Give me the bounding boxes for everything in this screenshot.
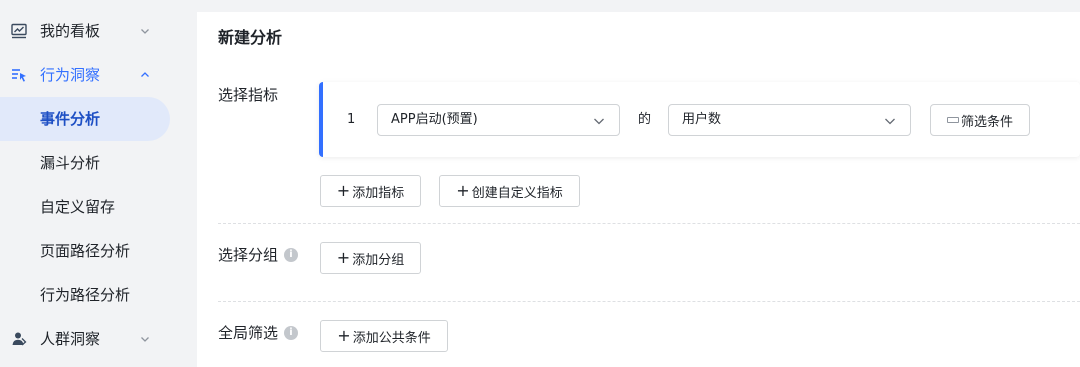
section-divider	[218, 301, 1080, 302]
sidebar-item-behavior-insight[interactable]: 行为洞察	[0, 53, 170, 97]
sidebar-item-label: 人群洞察	[40, 330, 101, 348]
sidebar-item-my-dashboard[interactable]: 我的看板	[0, 9, 170, 53]
sidebar-subitem-label: 事件分析	[40, 110, 101, 128]
info-icon[interactable]: i	[284, 326, 299, 340]
sidebar-subitem-funnel-analysis[interactable]: 漏斗分析	[0, 141, 170, 185]
metric-card: 1 APP启动(预置) 的 用户数 筛选条件	[319, 82, 1080, 157]
page-title: 新建分析	[218, 28, 283, 47]
add-group-button[interactable]: + 添加分组	[320, 242, 421, 274]
chevron-down-icon	[885, 118, 895, 125]
add-group-label: 添加分组	[352, 252, 405, 268]
add-common-condition-label: 添加公共条件	[352, 330, 431, 346]
sidebar-subitem-event-analysis[interactable]: 事件分析	[0, 97, 170, 141]
chevron-down-icon	[594, 118, 604, 125]
sidebar-subitem-page-path-analysis[interactable]: 页面路径分析	[0, 229, 170, 273]
group-section-label: 选择分组 i	[218, 244, 299, 266]
measure-select[interactable]: 用户数	[668, 104, 911, 136]
connector-text: 的	[638, 112, 652, 127]
add-metric-button[interactable]: + 添加指标	[320, 175, 421, 207]
event-select-value: APP启动(预置)	[391, 112, 478, 127]
filter-conditions-label: 筛选条件	[960, 114, 1013, 130]
sidebar-subitem-label: 行为路径分析	[40, 286, 131, 304]
sidebar-item-label: 行为洞察	[40, 66, 101, 84]
plus-icon: +	[337, 326, 351, 345]
create-custom-metric-button[interactable]: + 创建自定义指标	[439, 175, 580, 207]
chevron-down-icon[interactable]	[138, 24, 152, 38]
sidebar: 我的看板 行为洞察 事件分析 漏斗分析 自定义留存 页面路径分析 行为路径分析	[0, 0, 187, 367]
global-filter-section-label: 全局筛选 i	[218, 322, 299, 344]
group-section-label-text: 选择分组	[218, 246, 279, 264]
global-filter-label-text: 全局筛选	[218, 324, 279, 342]
measure-select-value: 用户数	[682, 112, 722, 127]
plus-icon: +	[336, 248, 351, 267]
plus-icon: +	[456, 181, 470, 200]
plus-icon: +	[336, 181, 351, 200]
sidebar-item-people-insight[interactable]: 人群洞察	[0, 317, 170, 361]
sidebar-item-label: 我的看板	[40, 22, 101, 40]
people-icon	[12, 332, 27, 346]
metrics-section-label: 选择指标	[218, 86, 279, 104]
event-select[interactable]: APP启动(预置)	[377, 104, 620, 136]
section-divider	[218, 223, 1080, 224]
sidebar-subitem-behavior-path-analysis[interactable]: 行为路径分析	[0, 273, 170, 317]
analysis-panel: 新建分析 选择指标 1 APP启动(预置) 的 用户数 筛选条件 + 添加指标 …	[197, 12, 1080, 367]
add-common-condition-button[interactable]: + 添加公共条件	[320, 320, 448, 352]
info-icon[interactable]: i	[284, 248, 299, 262]
sidebar-subitem-label: 漏斗分析	[40, 154, 101, 172]
sidebar-subitem-label: 页面路径分析	[40, 242, 131, 260]
filter-conditions-button[interactable]: 筛选条件	[930, 104, 1030, 136]
chevron-down-icon[interactable]	[138, 332, 152, 346]
create-custom-metric-label: 创建自定义指标	[471, 185, 563, 201]
behavior-insight-icon	[12, 69, 26, 82]
content-gutter	[187, 0, 197, 367]
add-metric-label: 添加指标	[352, 185, 405, 201]
sidebar-subitem-label: 自定义留存	[40, 198, 116, 216]
chevron-up-icon[interactable]	[138, 68, 152, 82]
dashboard-chart-icon	[11, 23, 27, 39]
filter-icon	[946, 117, 959, 123]
metric-index: 1	[347, 112, 356, 127]
sidebar-subitem-custom-retention[interactable]: 自定义留存	[0, 185, 170, 229]
